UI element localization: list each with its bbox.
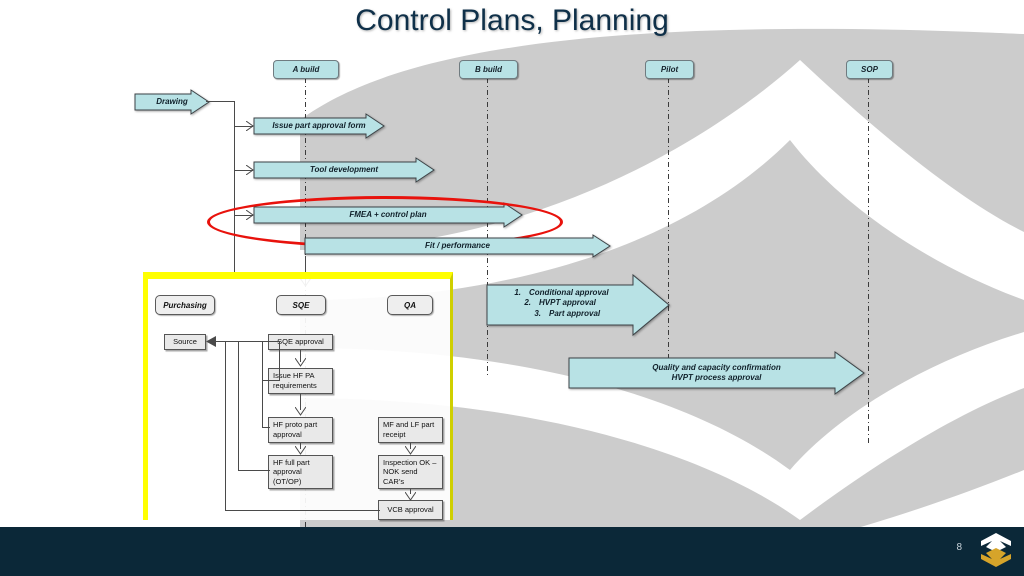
process-box-label: Inspection OK – NOK send CAR’s <box>383 457 437 486</box>
milestone-label: Pilot <box>660 65 679 74</box>
connector-feedback-h3 <box>238 470 270 471</box>
process-box-label: HF full part approval (OT/OP) <box>273 457 310 486</box>
milestone-line-sop <box>868 78 869 443</box>
timeline-arrow-tool-development[interactable]: Tool development <box>253 157 435 183</box>
connector-feedback-h1 <box>262 380 280 381</box>
connector-branch-1-vertical <box>234 101 235 126</box>
entry-arrow-drawing[interactable]: Drawing <box>134 89 210 115</box>
swimlane-label: QA <box>404 300 416 310</box>
swimlane-label-purchasing[interactable]: Purchasing <box>155 295 215 315</box>
process-box-issue-hf-pa-requirements[interactable]: Issue HF PA requirements <box>268 368 333 394</box>
milestone-label: B build <box>474 65 503 74</box>
process-box-label: Issue HF PA requirements <box>273 371 317 390</box>
company-hex-logo <box>981 533 1011 567</box>
process-box-label: MF and LF part receipt <box>383 420 435 439</box>
process-box-sqe-approval[interactable]: SQE approval <box>268 334 333 350</box>
milestone-label: SOP <box>861 65 878 74</box>
process-box-label: HF proto part approval <box>273 420 318 439</box>
timeline-arrow-issue-part-approval-form[interactable]: Issue part approval form <box>253 113 385 139</box>
slide-canvas: Control Plans, Planning A build B build … <box>0 0 1024 576</box>
process-box-mf-lf-part-receipt[interactable]: MF and LF part receipt <box>378 417 443 443</box>
swimlane-label: Purchasing <box>163 300 207 310</box>
page-number: 8 <box>956 542 962 553</box>
connector-feedback-v3 <box>238 341 239 471</box>
connector-feedback-to-source <box>212 341 280 342</box>
connector-feedback-v1 <box>279 341 280 380</box>
process-box-hf-proto-part-approval[interactable]: HF proto part approval <box>268 417 333 443</box>
process-box-label: SQE approval <box>277 337 324 347</box>
connector-feedback-h2 <box>262 427 270 428</box>
connector-drawing-to-trunk <box>206 101 235 102</box>
footer-bar <box>0 527 1024 576</box>
process-box-source[interactable]: Source <box>164 334 206 350</box>
connector-feedback-v2 <box>262 341 263 427</box>
connector-arrowhead-source <box>206 336 216 347</box>
milestone-sop[interactable]: SOP <box>846 60 893 79</box>
page-title: Control Plans, Planning <box>355 4 669 37</box>
connector-arrowhead-qa-1 <box>405 446 416 455</box>
process-box-vcb-approval[interactable]: VCB approval <box>378 500 443 520</box>
swimlane-label-qa[interactable]: QA <box>387 295 433 315</box>
connector-feedback-h4-vcb <box>225 510 380 511</box>
connector-arrowhead-sqe-2 <box>295 407 306 416</box>
milestone-label: A build <box>292 65 320 74</box>
milestone-b-build[interactable]: B build <box>459 60 518 79</box>
process-box-hf-full-part-approval[interactable]: HF full part approval (OT/OP) <box>268 455 333 489</box>
connector-arrowhead-sqe-3 <box>295 446 306 455</box>
connector-arrowhead-sqe-1 <box>295 358 306 367</box>
milestone-a-build[interactable]: A build <box>273 60 339 79</box>
process-box-inspection-ok-nok-car[interactable]: Inspection OK – NOK send CAR’s <box>378 455 443 489</box>
connector-feedback-v4 <box>225 341 226 511</box>
approval-arrow[interactable]: 1. Conditional approval 2. HVPT approval 3… <box>486 273 670 337</box>
swimlane-label: SQE <box>292 300 310 310</box>
process-box-label: Source <box>173 337 197 347</box>
milestone-pilot[interactable]: Pilot <box>645 60 694 79</box>
process-box-label: VCB approval <box>387 505 434 515</box>
connector-arrowhead-qa-2 <box>405 492 416 501</box>
swimlane-label-sqe[interactable]: SQE <box>276 295 326 315</box>
timeline-arrow-fit-performance[interactable]: Fit / performance <box>304 234 611 258</box>
quality-capacity-arrow[interactable]: Quality and capacity confirmation HVPT p… <box>568 351 865 395</box>
